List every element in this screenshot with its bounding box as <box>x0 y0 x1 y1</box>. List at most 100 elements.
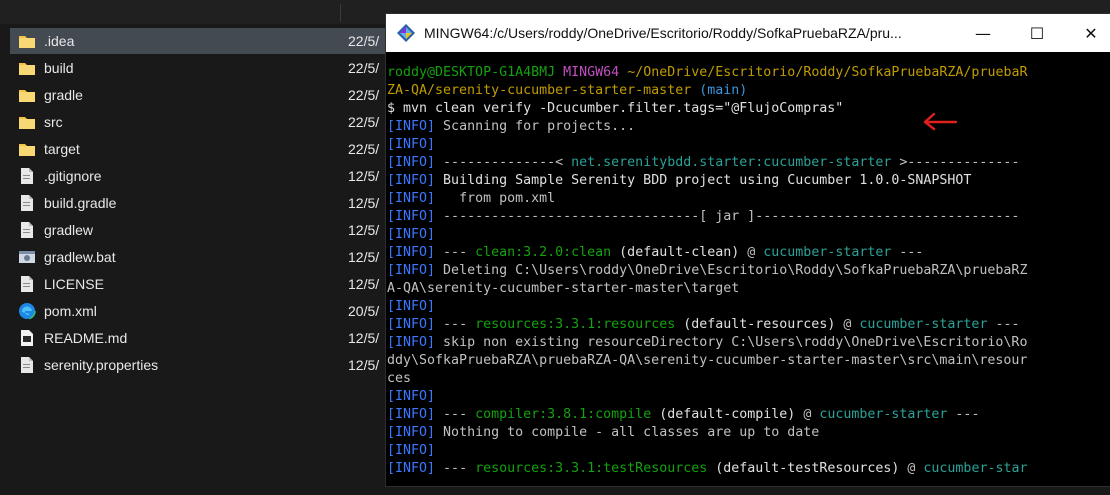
log-text: from pom.xml <box>435 191 556 206</box>
file-icon <box>18 275 36 293</box>
folder-icon <box>18 86 36 104</box>
info-tag: [INFO] <box>387 443 436 458</box>
file-item[interactable]: pom.xml 20/5/ <box>10 298 390 324</box>
file-item[interactable]: gradlew 12/5/ <box>10 217 390 243</box>
file-item[interactable]: LICENSE 12/5/ <box>10 271 390 297</box>
folder-icon <box>18 113 36 131</box>
log-text: @ <box>747 245 764 260</box>
file-name: gradlew.bat <box>44 249 116 265</box>
log-text: --- <box>435 317 476 332</box>
log-text: >-------------- <box>891 155 1020 170</box>
log-text: --------------< <box>435 155 572 170</box>
file-name: build <box>44 60 74 76</box>
terminal-titlebar[interactable]: MINGW64:/c/Users/roddy/OneDrive/Escritor… <box>386 14 1110 52</box>
info-tag: [INFO] <box>387 155 436 170</box>
terminal-line: [INFO] Nothing to compile - all classes … <box>386 424 1110 442</box>
log-text: @ <box>843 317 860 332</box>
file-icon <box>18 356 36 374</box>
info-tag: [INFO] <box>387 227 436 242</box>
terminal-title: MINGW64:/c/Users/roddy/OneDrive/Escritor… <box>424 25 902 41</box>
file-item[interactable]: gradle 22/5/ <box>10 82 390 108</box>
file-date: 22/5/ <box>348 87 380 103</box>
log-text: --- <box>987 317 1020 332</box>
log-text: --- <box>435 461 476 476</box>
terminal-window[interactable]: MINGW64:/c/Users/roddy/OneDrive/Escritor… <box>386 14 1110 486</box>
terminal-line: [INFO] Deleting C:\Users\roddy\OneDrive\… <box>386 262 1110 280</box>
file-name: src <box>44 114 63 130</box>
terminal-line: [INFO] skip non existing resourceDirecto… <box>386 334 1110 352</box>
log-text: @ <box>803 407 820 422</box>
file-date: 12/5/ <box>348 249 380 265</box>
prompt-env: MINGW64 <box>563 65 620 80</box>
terminal-line: [INFO] --- clean:3.2.0:clean (default-cl… <box>386 244 1110 262</box>
file-name: .idea <box>44 33 75 49</box>
terminal-line: [INFO] <box>386 388 1110 406</box>
column-divider[interactable] <box>340 4 341 22</box>
mingw-app-icon <box>397 24 415 42</box>
file-date: 22/5/ <box>348 33 380 49</box>
info-tag: [INFO] <box>387 335 436 350</box>
file-item[interactable]: build.gradle 12/5/ <box>10 190 390 216</box>
info-tag: [INFO] <box>387 389 436 404</box>
info-tag: [INFO] <box>387 263 436 278</box>
terminal-line: [INFO] from pom.xml <box>386 190 1110 208</box>
file-item[interactable]: .gitignore 12/5/ <box>10 163 390 189</box>
file-item[interactable]: build 22/5/ <box>10 55 390 81</box>
plugin-goal: resources:3.3.1:resources <box>475 317 676 332</box>
terminal-line: [INFO] <box>386 298 1110 316</box>
file-item[interactable]: target 22/5/ <box>10 136 390 162</box>
log-text: (default-resources) <box>675 317 844 332</box>
close-button[interactable]: ✕ <box>1068 14 1110 52</box>
edge-icon <box>18 302 36 320</box>
artifact-name: cucumber-starter <box>819 407 948 422</box>
folder-icon <box>18 32 36 50</box>
artifact-name: cucumber-starter <box>859 317 988 332</box>
file-name: gradlew <box>44 222 94 238</box>
info-tag: [INFO] <box>387 209 436 224</box>
log-text: (default-compile) <box>651 407 804 422</box>
file-date: 12/5/ <box>348 330 380 346</box>
file-icon <box>18 167 36 185</box>
log-text: --------------------------------[ jar ]-… <box>435 209 1020 224</box>
file-date: 22/5/ <box>348 60 380 76</box>
log-text: Scanning for projects... <box>435 119 636 134</box>
info-tag: [INFO] <box>387 425 436 440</box>
terminal-line: roddy@DESKTOP-G1A4BMJ MINGW64 ~/OneDrive… <box>386 64 1110 82</box>
file-item[interactable]: serenity.properties 12/5/ <box>10 352 390 378</box>
terminal-line: [INFO] --------------< net.serenitybdd.s… <box>386 154 1110 172</box>
maximize-button[interactable]: ☐ <box>1014 14 1060 52</box>
file-item[interactable]: .idea 22/5/ <box>10 28 390 54</box>
file-item[interactable]: gradlew.bat 12/5/ <box>10 244 390 270</box>
info-tag: [INFO] <box>387 299 436 314</box>
terminal-output[interactable]: roddy@DESKTOP-G1A4BMJ MINGW64 ~/OneDrive… <box>386 52 1110 478</box>
log-text: --- <box>435 407 476 422</box>
file-date: 12/5/ <box>348 195 380 211</box>
terminal-line: [INFO] <box>386 226 1110 244</box>
prompt-path: ~/OneDrive/Escritorio/Roddy/SofkaPruebaR… <box>627 65 1028 80</box>
plugin-goal: resources:3.3.1:testResources <box>475 461 708 476</box>
file-name: build.gradle <box>44 195 117 211</box>
info-tag: [INFO] <box>387 461 436 476</box>
terminal-line: [INFO] Scanning for projects... <box>386 118 1110 136</box>
file-icon <box>18 221 36 239</box>
terminal-line: [INFO] --- compiler:3.8.1:compile (defau… <box>386 406 1110 424</box>
log-text: @ <box>907 461 924 476</box>
file-item[interactable]: README.md 12/5/ <box>10 325 390 351</box>
info-tag: [INFO] <box>387 407 436 422</box>
file-date: 20/5/ <box>348 303 380 319</box>
log-text: Nothing to compile - all classes are up … <box>435 425 820 440</box>
minimize-button[interactable]: — <box>960 14 1006 52</box>
log-text: Building Sample Serenity BDD project usi… <box>435 173 972 188</box>
file-item[interactable]: src 22/5/ <box>10 109 390 135</box>
file-date: 22/5/ <box>348 114 380 130</box>
log-text: (default-testResources) <box>707 461 908 476</box>
file-name: pom.xml <box>44 303 97 319</box>
log-text: (default-clean) <box>611 245 748 260</box>
settings-file-icon <box>18 248 36 266</box>
file-name: README.md <box>44 330 128 346</box>
terminal-line: [INFO] --- resources:3.3.1:resources (de… <box>386 316 1110 334</box>
info-tag: [INFO] <box>387 245 436 260</box>
terminal-line: ddy\SofkaPruebaRZA\pruebaRZA-QA\serenity… <box>387 353 1028 368</box>
info-tag: [INFO] <box>387 191 436 206</box>
prompt-branch: (main) <box>699 83 748 98</box>
